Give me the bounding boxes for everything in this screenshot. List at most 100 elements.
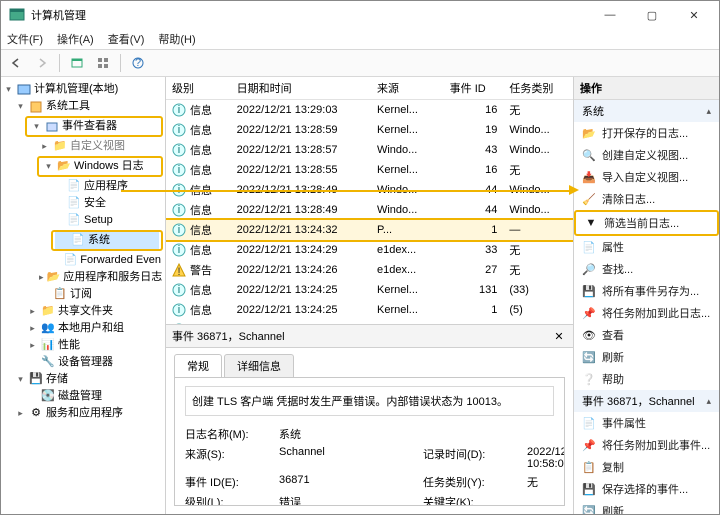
tree-services-apps[interactable]: ▸⚙服务和应用程序: [3, 405, 163, 422]
toolbar-views-button[interactable]: [92, 52, 114, 74]
tree-application-log[interactable]: 📄应用程序: [3, 178, 163, 195]
action-refresh2[interactable]: 🔄刷新: [574, 500, 719, 514]
action-evattach[interactable]: 📌将任务附加到此事件...: [574, 434, 719, 456]
info-icon: i: [172, 103, 186, 117]
table-row[interactable]: i信息2022/12/21 13:29:03Kernel...16无: [166, 100, 573, 121]
value-logname: 系统: [279, 426, 419, 442]
close-button[interactable]: ✕: [673, 2, 715, 28]
tree-label: Setup: [84, 213, 113, 228]
table-row[interactable]: i信息2022/12/21 13:24:25Kernel...1(5): [166, 300, 573, 320]
svg-text:i: i: [178, 104, 180, 116]
menu-action[interactable]: 操作(A): [57, 31, 94, 47]
action-icon: ▼: [584, 216, 598, 230]
action-saveall[interactable]: 💾将所有事件另存为...: [574, 280, 719, 302]
tab-general[interactable]: 常规: [174, 354, 222, 377]
toolbar-back-button[interactable]: [5, 52, 27, 74]
action-copy[interactable]: 📋复制: [574, 456, 719, 478]
col-datetime[interactable]: 日期和时间: [231, 77, 371, 100]
app-icon: [9, 7, 25, 23]
tree-label: Windows 日志: [74, 159, 144, 174]
tree-subscriptions[interactable]: 📋订阅: [3, 286, 163, 303]
maximize-button[interactable]: ▢: [631, 2, 673, 28]
col-task[interactable]: 任务类别: [503, 77, 573, 100]
info-icon: i: [172, 223, 186, 237]
details-close-button[interactable]: ✕: [551, 328, 567, 344]
tree-label: 服务和应用程序: [46, 406, 123, 421]
label-keywords: 关键字(K):: [423, 494, 523, 506]
col-eventid[interactable]: 事件 ID: [444, 77, 504, 100]
tree-windows-logs[interactable]: ▾📂Windows 日志: [41, 158, 159, 175]
tree-system-log[interactable]: 📄系统: [55, 232, 159, 249]
info-icon: i: [172, 203, 186, 217]
action-createview[interactable]: 🔍创建自定义视图...: [574, 144, 719, 166]
menu-view[interactable]: 查看(V): [108, 31, 145, 47]
tree-label: 存储: [46, 372, 68, 387]
svg-text:i: i: [178, 144, 180, 156]
action-refresh[interactable]: 🔄刷新: [574, 346, 719, 368]
table-row[interactable]: i信息2022/12/21 13:28:57Windo...43Windo...: [166, 140, 573, 160]
tree-disk-management[interactable]: 💽磁盘管理: [3, 388, 163, 405]
nav-tree[interactable]: ▾计算机管理(本地) ▾系统工具 ▾事件查看器 ▸📁自定义视图 ▾📂Window…: [1, 77, 166, 514]
action-filter[interactable]: ▼筛选当前日志...: [574, 210, 719, 236]
table-row[interactable]: i信息2022/12/21 13:28:55Kernel...16无: [166, 160, 573, 180]
toolbar-up-button[interactable]: [66, 52, 88, 74]
tree-device-manager[interactable]: 🔧设备管理器: [3, 354, 163, 371]
label-logged: 记录时间(D):: [423, 446, 523, 470]
value-source: Schannel: [279, 446, 419, 470]
menu-help[interactable]: 帮助(H): [158, 31, 195, 47]
info-icon: i: [172, 303, 186, 317]
col-source[interactable]: 来源: [371, 77, 444, 100]
svg-text:i: i: [178, 244, 180, 256]
toolbar-help-button[interactable]: ?: [127, 52, 149, 74]
tree-system-tools[interactable]: ▾系统工具: [3, 98, 163, 115]
tree-event-viewer[interactable]: ▾事件查看器: [29, 118, 159, 135]
tree-performance[interactable]: ▸📊性能: [3, 337, 163, 354]
table-row[interactable]: i信息2022/12/21 13:28:49Windo...44Windo...: [166, 200, 573, 220]
table-row[interactable]: i信息2022/12/21 13:28:59Kernel...19Windo..…: [166, 120, 573, 140]
actions-section-event[interactable]: 事件 36871，Schannel▴: [574, 390, 719, 412]
action-icon: 📋: [582, 460, 596, 474]
action-savesel[interactable]: 💾保存选择的事件...: [574, 478, 719, 500]
action-open[interactable]: 📂打开保存的日志...: [574, 122, 719, 144]
tree-label: 事件查看器: [62, 119, 117, 134]
event-grid[interactable]: 级别 日期和时间 来源 事件 ID 任务类别 i信息2022/12/21 13:…: [166, 77, 573, 324]
minimize-button[interactable]: —: [589, 2, 631, 28]
action-importview[interactable]: 📥导入自定义视图...: [574, 166, 719, 188]
action-evprops[interactable]: 📄事件属性: [574, 412, 719, 434]
label-source: 来源(S):: [185, 446, 275, 470]
tree-app-service-logs[interactable]: ▸📂应用程序和服务日志: [3, 269, 163, 286]
col-level[interactable]: 级别: [166, 77, 231, 100]
menu-file[interactable]: 文件(F): [7, 31, 43, 47]
action-find[interactable]: 🔎查找...: [574, 258, 719, 280]
table-row[interactable]: i信息2022/12/21 13:24:25Kernel...131(33): [166, 280, 573, 300]
actions-header: 操作: [574, 77, 719, 100]
actions-section-system[interactable]: 系统▴: [574, 100, 719, 122]
label-taskcat: 任务类别(Y):: [423, 474, 523, 490]
menubar: 文件(F) 操作(A) 查看(V) 帮助(H): [1, 29, 719, 49]
action-attach[interactable]: 📌将任务附加到此日志...: [574, 302, 719, 324]
action-view[interactable]: 👁查看: [574, 324, 719, 346]
label-eventid: 事件 ID(E):: [185, 474, 275, 490]
tree-forwarded-log[interactable]: 📄Forwarded Even: [3, 252, 163, 269]
toolbar-forward-button[interactable]: [31, 52, 53, 74]
tree-local-users[interactable]: ▸👥本地用户和组: [3, 320, 163, 337]
action-props[interactable]: 📄属性: [574, 236, 719, 258]
tree-security-log[interactable]: 📄安全: [3, 195, 163, 212]
tree-storage[interactable]: ▾💾存储: [3, 371, 163, 388]
tree-custom-views[interactable]: ▸📁自定义视图: [3, 138, 163, 155]
table-row[interactable]: !警告2022/12/21 13:24:26e1dex...27无: [166, 260, 573, 280]
tree-root[interactable]: ▾计算机管理(本地): [3, 81, 163, 98]
action-icon: 💾: [582, 284, 596, 298]
action-help[interactable]: ❔帮助: [574, 368, 719, 390]
tree-label: 性能: [58, 338, 80, 353]
action-clear[interactable]: 🧹清除日志...: [574, 188, 719, 210]
svg-text:?: ?: [135, 57, 141, 69]
tree-setup-log[interactable]: 📄Setup: [3, 212, 163, 229]
toolbar: ?: [1, 49, 719, 77]
tab-detail[interactable]: 详细信息: [224, 354, 294, 377]
info-icon: i: [172, 143, 186, 157]
tree-label: 共享文件夹: [58, 304, 113, 319]
table-row[interactable]: i信息2022/12/21 13:24:29e1dex...33无: [166, 240, 573, 260]
tree-shared-folders[interactable]: ▸📁共享文件夹: [3, 303, 163, 320]
table-row[interactable]: i信息2022/12/21 13:24:32P...1—: [166, 220, 573, 240]
